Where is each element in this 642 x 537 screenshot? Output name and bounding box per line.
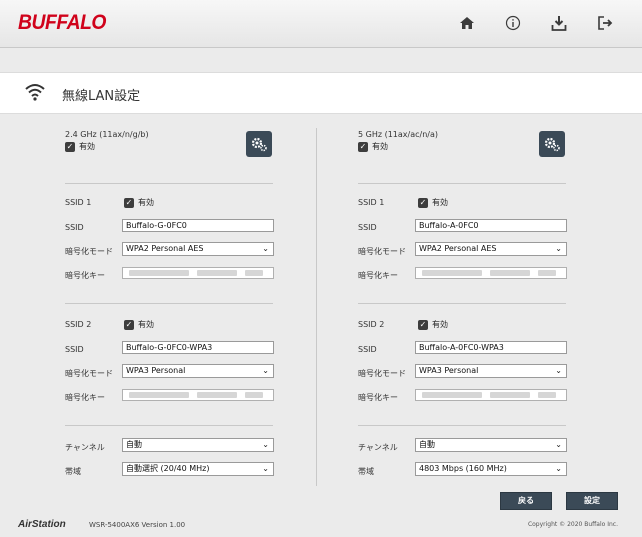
checkbox-check-icon: ✓ — [124, 319, 134, 330]
ssid1-key-input[interactable] — [122, 267, 274, 279]
ssid2-encryption-select[interactable]: WPA3 Personal ⌄ — [415, 364, 567, 378]
ssid2-input[interactable]: Buffalo-A-0FC0-WPA3 — [415, 341, 567, 354]
ssid2-label: SSID 2 — [358, 320, 385, 329]
ssid2-label: SSID 2 — [65, 320, 92, 329]
gear-icon — [251, 137, 267, 152]
ssid2-key-input[interactable] — [122, 389, 274, 401]
encryption-mode-label: 暗号化モード — [358, 247, 406, 256]
select-value: 自動 — [126, 440, 142, 449]
ssid2-enable-checkbox[interactable]: ✓ 有効 — [418, 319, 448, 330]
chevron-down-icon: ⌄ — [262, 244, 269, 253]
ssid1-input[interactable]: Buffalo-G-0FC0 — [122, 219, 274, 232]
checkbox-check-icon: ✓ — [65, 141, 75, 152]
back-button[interactable]: 戻る — [500, 492, 552, 510]
bandwidth-select-5ghz[interactable]: 4803 Mbps (160 MHz) ⌄ — [415, 462, 567, 476]
channel-label: チャンネル — [358, 443, 398, 452]
separator — [65, 183, 273, 184]
ssid2-input[interactable]: Buffalo-G-0FC0-WPA3 — [122, 341, 274, 354]
checkbox-label: 有効 — [79, 142, 95, 151]
logout-icon[interactable] — [594, 12, 616, 34]
band-enable-checkbox-24ghz[interactable]: ✓ 有効 — [65, 141, 95, 152]
channel-select-5ghz[interactable]: 自動 ⌄ — [415, 438, 567, 452]
chevron-down-icon: ⌄ — [262, 464, 269, 473]
separator — [358, 303, 566, 304]
encryption-key-label: 暗号化キー — [65, 393, 105, 402]
bandwidth-label: 帯域 — [358, 467, 374, 476]
top-header: BUFFALO — [0, 0, 642, 48]
select-value: WPA3 Personal — [419, 366, 479, 375]
checkbox-check-icon: ✓ — [358, 141, 368, 152]
ssid2-key-input[interactable] — [415, 389, 567, 401]
chevron-down-icon: ⌄ — [262, 440, 269, 449]
encryption-mode-label: 暗号化モード — [65, 369, 113, 378]
checkbox-check-icon: ✓ — [418, 319, 428, 330]
select-value: 4803 Mbps (160 MHz) — [419, 464, 507, 473]
band-label-5ghz: 5 GHz (11ax/ac/n/a) — [358, 130, 439, 139]
ssid2-enable-checkbox[interactable]: ✓ 有効 — [124, 319, 154, 330]
encryption-mode-label: 暗号化モード — [65, 247, 113, 256]
home-icon[interactable] — [456, 12, 478, 34]
select-value: 自動 — [419, 440, 435, 449]
ssid1-encryption-select[interactable]: WPA2 Personal AES ⌄ — [122, 242, 274, 256]
advanced-settings-button-24ghz[interactable] — [246, 131, 272, 157]
info-icon[interactable] — [502, 12, 524, 34]
checkbox-check-icon: ✓ — [124, 197, 134, 208]
select-value: 自動選択 (20/40 MHz) — [126, 464, 210, 473]
chevron-down-icon: ⌄ — [262, 366, 269, 375]
encryption-key-label: 暗号化キー — [358, 393, 398, 402]
buffalo-logo: BUFFALO — [18, 11, 107, 34]
ssid1-enable-checkbox[interactable]: ✓ 有効 — [418, 197, 448, 208]
checkbox-label: 有効 — [432, 320, 448, 329]
separator — [358, 183, 566, 184]
ssid2-encryption-select[interactable]: WPA3 Personal ⌄ — [122, 364, 274, 378]
page-title: 無線LAN設定 — [62, 89, 141, 104]
separator — [65, 303, 273, 304]
ssid1-enable-checkbox[interactable]: ✓ 有効 — [124, 197, 154, 208]
set-button[interactable]: 設定 — [566, 492, 618, 510]
encryption-mode-label: 暗号化モード — [358, 369, 406, 378]
band-enable-checkbox-5ghz[interactable]: ✓ 有効 — [358, 141, 388, 152]
model-version: WSR-5400AX6 Version 1.00 — [89, 521, 186, 529]
ssid-label: SSID — [65, 223, 84, 232]
checkbox-label: 有効 — [432, 198, 448, 207]
select-value: WPA2 Personal AES — [126, 244, 204, 253]
column-divider — [316, 128, 317, 486]
gear-icon — [544, 137, 560, 152]
ssid1-encryption-select[interactable]: WPA2 Personal AES ⌄ — [415, 242, 567, 256]
section-title-bar: 無線LAN設定 — [0, 72, 642, 114]
wifi-icon — [24, 82, 46, 106]
checkbox-check-icon: ✓ — [418, 197, 428, 208]
channel-label: チャンネル — [65, 443, 105, 452]
bandwidth-label: 帯域 — [65, 467, 81, 476]
download-icon[interactable] — [548, 12, 570, 34]
advanced-settings-button-5ghz[interactable] — [539, 131, 565, 157]
channel-select-24ghz[interactable]: 自動 ⌄ — [122, 438, 274, 452]
separator — [65, 425, 273, 426]
separator — [358, 425, 566, 426]
checkbox-label: 有効 — [138, 198, 154, 207]
copyright: Copyright © 2020 Buffalo Inc. — [527, 521, 618, 528]
ssid-label: SSID — [358, 345, 377, 354]
select-value: WPA2 Personal AES — [419, 244, 497, 253]
checkbox-label: 有効 — [372, 142, 388, 151]
ssid1-label: SSID 1 — [358, 198, 385, 207]
ssid1-key-input[interactable] — [415, 267, 567, 279]
ssid1-label: SSID 1 — [65, 198, 92, 207]
bandwidth-select-24ghz[interactable]: 自動選択 (20/40 MHz) ⌄ — [122, 462, 274, 476]
encryption-key-label: 暗号化キー — [358, 271, 398, 280]
chevron-down-icon: ⌄ — [555, 244, 562, 253]
encryption-key-label: 暗号化キー — [65, 271, 105, 280]
ssid-label: SSID — [358, 223, 377, 232]
airstation-logo: AirStation — [18, 519, 66, 530]
chevron-down-icon: ⌄ — [555, 464, 562, 473]
band-label-24ghz: 2.4 GHz (11ax/n/g/b) — [65, 130, 149, 139]
select-value: WPA3 Personal — [126, 366, 186, 375]
chevron-down-icon: ⌄ — [555, 366, 562, 375]
checkbox-label: 有効 — [138, 320, 154, 329]
chevron-down-icon: ⌄ — [555, 440, 562, 449]
ssid-label: SSID — [65, 345, 84, 354]
ssid1-input[interactable]: Buffalo-A-0FC0 — [415, 219, 567, 232]
